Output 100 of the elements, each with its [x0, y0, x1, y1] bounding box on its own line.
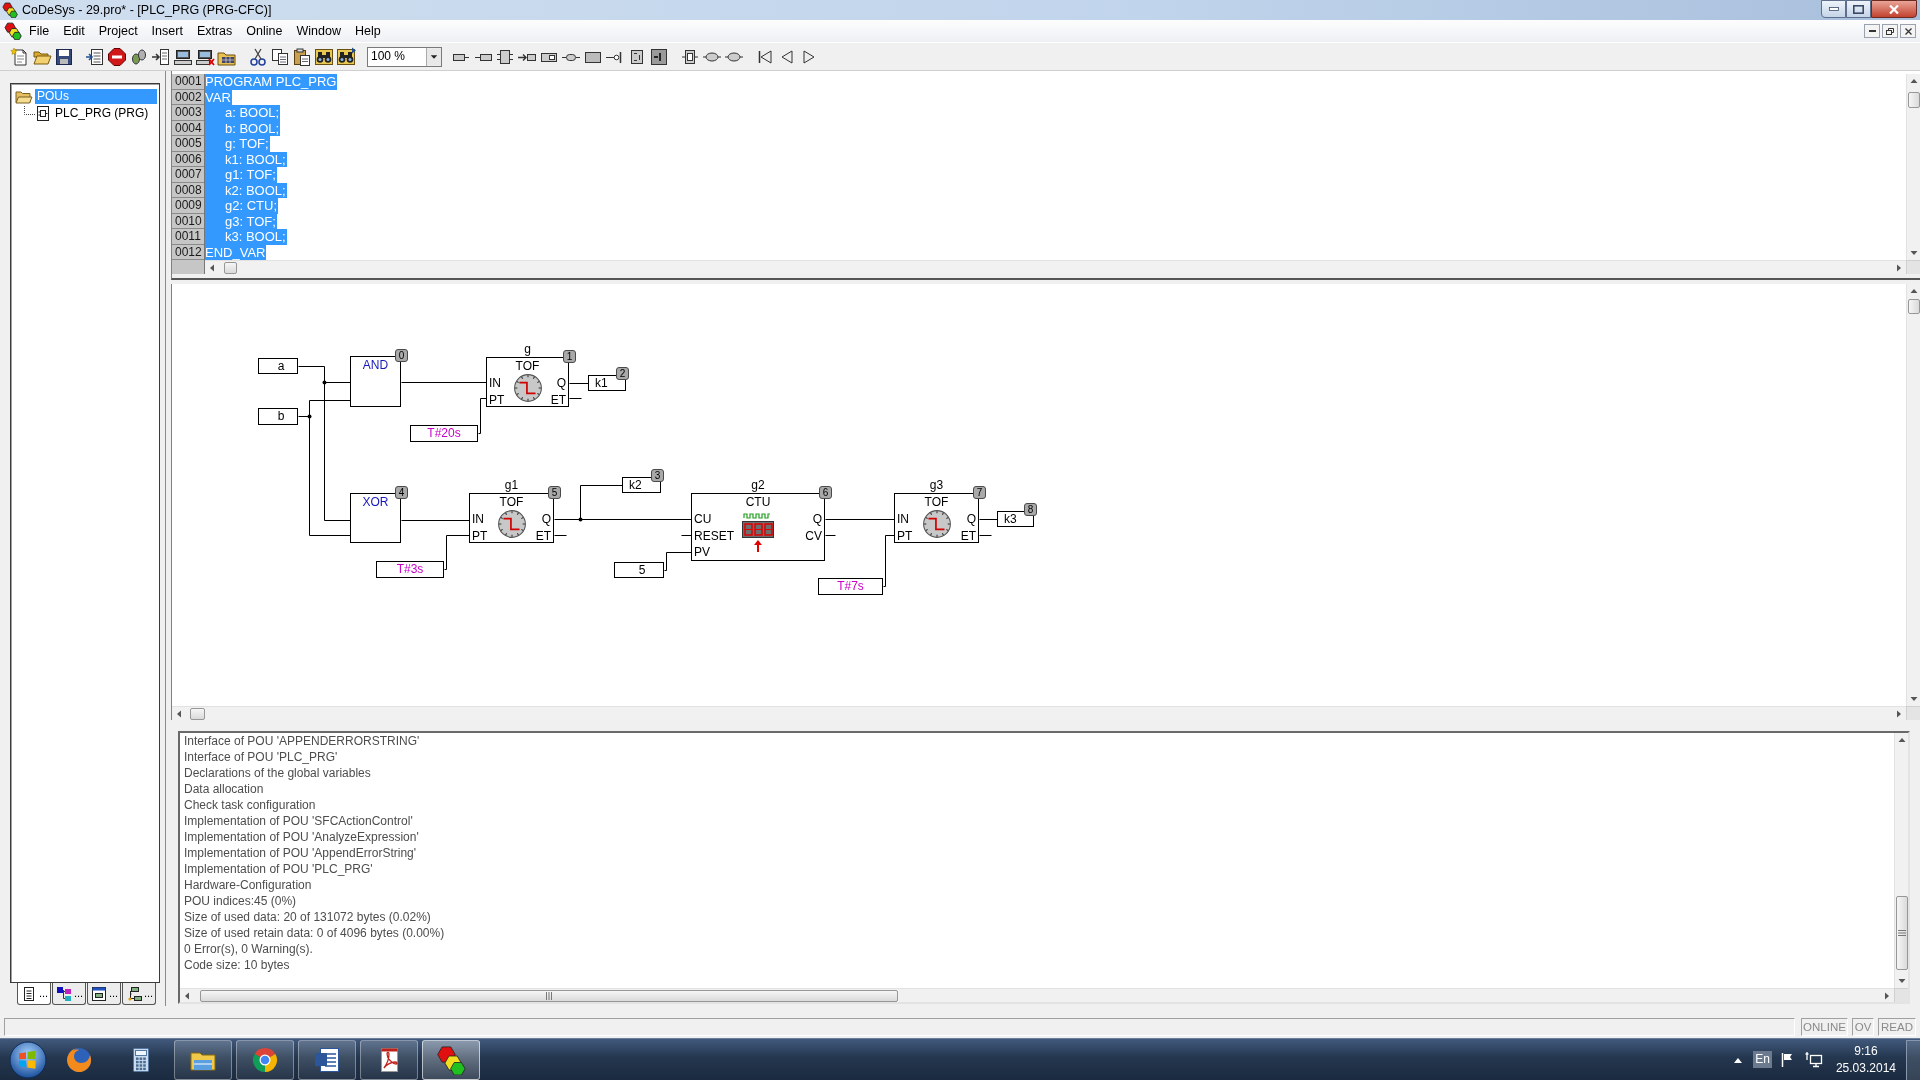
execution-order-number: 7	[973, 486, 986, 499]
document-close-button[interactable]	[1900, 24, 1916, 38]
clock-date[interactable]: 25.03.2014	[1835, 1059, 1896, 1077]
taskbar-button[interactable]	[360, 1039, 418, 1080]
execution-order-number: 3	[651, 469, 664, 482]
tree-item[interactable]: PLC_PRG (PRG)	[53, 106, 151, 121]
menu-item[interactable]: Edit	[56, 20, 92, 42]
pin-label: ET	[535, 528, 551, 543]
clock-time[interactable]: 9:16	[1854, 1042, 1878, 1060]
scrollbar-thumb[interactable]	[200, 989, 898, 1002]
network-monitor-icon[interactable]	[1803, 1050, 1824, 1069]
cut-icon[interactable]	[248, 46, 268, 67]
ovals-icon[interactable]	[129, 46, 149, 67]
document-arrow-icon[interactable]	[85, 46, 105, 67]
grip-icon	[546, 991, 552, 1000]
maximize-icon	[1853, 4, 1864, 14]
arrow-document-icon[interactable]	[151, 46, 171, 67]
taskbar-button[interactable]	[236, 1039, 294, 1080]
instance-name: g	[524, 343, 531, 355]
message-line: Implementation of POU 'AppendErrorString'	[184, 845, 418, 861]
grip-icon	[1897, 930, 1906, 936]
start-orb-icon[interactable]	[6, 1039, 50, 1080]
program-icon	[36, 106, 50, 121]
message-line: 0 Error(s), 0 Warning(s).	[184, 941, 314, 957]
taskbar-button[interactable]	[422, 1039, 480, 1080]
binoculars-icon[interactable]	[314, 46, 334, 67]
document-lines-icon	[21, 985, 37, 1002]
document-restore-button[interactable]	[1882, 24, 1898, 38]
message-line: Implementation of POU 'SFCActionControl'	[184, 813, 414, 829]
line-number: 0010	[172, 213, 204, 229]
scrollbar-thumb[interactable]	[1907, 299, 1920, 314]
block-type-label: TOF	[515, 359, 540, 373]
instance-name: g1	[504, 479, 519, 491]
horizontal-scrollbar[interactable]	[172, 706, 1906, 720]
vertical-scrollbar[interactable]	[1906, 284, 1920, 706]
horizontal-scrollbar[interactable]	[180, 988, 1894, 1002]
scrollbar-thumb[interactable]	[1895, 896, 1908, 970]
menu-item[interactable]: Help	[347, 20, 388, 42]
input-variable: b	[258, 408, 298, 425]
taskbar-button[interactable]	[298, 1039, 356, 1080]
restore-icon	[1886, 27, 1894, 35]
menu-item[interactable]: Window	[289, 20, 348, 42]
copy-icon[interactable]	[270, 46, 290, 67]
paste-icon[interactable]	[292, 46, 312, 67]
execution-order-number: 1	[563, 350, 576, 363]
message-line: Declarations of the global variables	[184, 765, 372, 781]
minimize-button[interactable]	[1821, 0, 1846, 18]
maximize-button[interactable]	[1846, 0, 1871, 18]
language-indicator[interactable]: En	[1753, 1051, 1772, 1068]
new-document-icon[interactable]	[10, 46, 30, 67]
stop-sign-icon[interactable]	[107, 46, 127, 67]
close-icon	[1889, 4, 1899, 14]
message-line: Code size: 10 bytes	[184, 957, 291, 973]
stacked-hexagons-icon[interactable]	[2, 2, 18, 18]
tree-line	[24, 106, 36, 115]
menu-item[interactable]: Extras	[189, 20, 240, 42]
caret-icon[interactable]	[426, 47, 441, 66]
panel-tab[interactable]: ...	[122, 983, 156, 1005]
pin-label: Q	[966, 512, 976, 526]
line-number: 0011	[172, 229, 204, 245]
panel-tab[interactable]: ...	[52, 983, 86, 1005]
document-minimize-button[interactable]	[1864, 24, 1880, 38]
zoom-dropdown[interactable]: 100 %	[367, 46, 442, 67]
menu-item[interactable]: Insert	[144, 20, 190, 42]
counter-display-icon	[741, 511, 775, 553]
window-icon	[91, 985, 107, 1002]
close-button[interactable]	[1871, 0, 1917, 18]
pin-label: PT	[472, 528, 488, 543]
pin-label: ET	[960, 528, 976, 543]
menu-item[interactable]: Online	[239, 20, 290, 42]
flag-icon[interactable]	[1779, 1051, 1794, 1068]
operator-block: XOR	[350, 493, 401, 543]
line-number: 0005	[172, 136, 204, 152]
time-constant: T#7s	[818, 578, 883, 595]
show-desktop-button[interactable]	[1906, 1039, 1920, 1080]
clock-icon	[512, 373, 543, 403]
minimize-icon	[1828, 7, 1839, 11]
taskbar-button[interactable]	[174, 1039, 232, 1080]
menu-item[interactable]: File	[22, 20, 57, 42]
scrollbar-thumb[interactable]	[1907, 92, 1920, 108]
scrollbar-thumb[interactable]	[190, 707, 205, 720]
pin-label: IN	[489, 376, 501, 390]
message-line: Implementation of POU 'PLC_PRG'	[184, 861, 374, 877]
stacked-hexagons-icon[interactable]	[4, 22, 22, 40]
scrollbar-thumb[interactable]	[224, 261, 237, 274]
message-line: Size of used data: 20 of 131072 bytes (0.02%)	[184, 909, 432, 925]
square-bar-icon[interactable]	[649, 46, 669, 67]
status-indicator: OV	[1852, 1018, 1874, 1036]
panel-tab[interactable]: ...	[17, 983, 51, 1005]
pin-label: Q	[812, 512, 822, 526]
horizontal-scrollbar[interactable]	[205, 260, 1906, 274]
menu-item[interactable]: Project	[91, 20, 145, 42]
panel-tab[interactable]: ...	[87, 983, 121, 1005]
hierarchy-icon	[56, 985, 72, 1002]
vertical-scrollbar[interactable]	[1894, 733, 1908, 988]
line-number: 0003	[172, 105, 204, 121]
save-icon[interactable]	[54, 46, 74, 67]
instance-name: g2	[751, 479, 765, 491]
vertical-scrollbar[interactable]	[1906, 74, 1920, 260]
line-number: 0008	[172, 182, 204, 198]
